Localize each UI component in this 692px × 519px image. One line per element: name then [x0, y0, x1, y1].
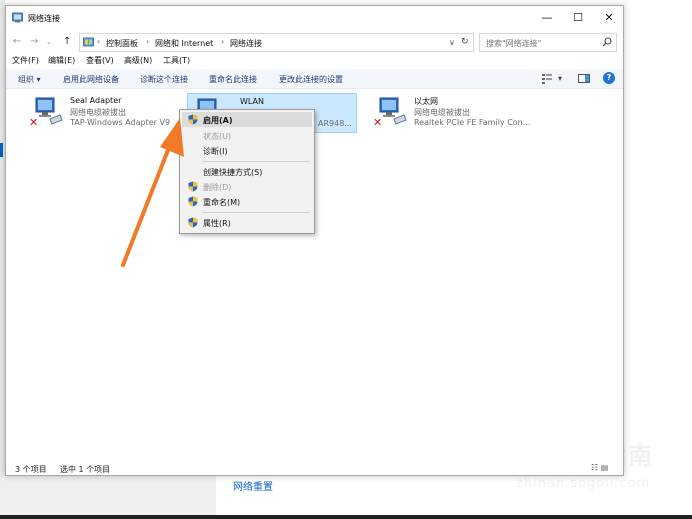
search-input[interactable]: 搜索"网络连接": [486, 38, 541, 49]
menu-item-label: 创建快捷方式(S): [203, 168, 263, 177]
maximize-button[interactable]: ☐: [564, 8, 592, 28]
adapter-device: AR948...: [318, 119, 352, 128]
diagnose-connection-button[interactable]: 诊断这个连接: [140, 74, 188, 85]
change-view-icon[interactable]: [542, 73, 554, 84]
menu-item-label: 诊断(I): [203, 147, 228, 156]
address-bar[interactable]: › 控制面板 › 网络和 Internet › 网络连接 ∨ ↻: [79, 33, 474, 52]
menu-separator: [202, 161, 310, 162]
adapter-device: TAP-Windows Adapter V9: [70, 118, 171, 127]
network-connections-window: 网络连接 — ☐ ✕ ← → ⌄ ↑ › 控制面板 › 网络和 Internet…: [5, 5, 624, 476]
uac-shield-icon: [188, 217, 198, 228]
menu-item-label: 属性(R): [203, 219, 231, 228]
menu-separator: [202, 212, 310, 213]
forward-button[interactable]: →: [30, 36, 38, 47]
status-bar: 3 个项目 选中 1 个项目 ☷ ▤: [6, 461, 623, 475]
enable-device-button[interactable]: 启用此网络设备: [63, 74, 119, 85]
background-bottom-panel: [0, 476, 216, 519]
adapter-item-ethernet[interactable]: ✕ 以太网 网络电缆被拔出 Realtek PCIe FE Family Con…: [370, 93, 540, 133]
view-dropdown-icon[interactable]: ▾: [558, 74, 562, 83]
control-panel-icon: [83, 37, 94, 47]
adapter-status: 网络电缆被拔出: [414, 108, 470, 117]
adapter-status: 网络电缆被拔出: [70, 108, 126, 117]
menu-advanced[interactable]: 高级(N): [124, 55, 152, 66]
menu-item-enable[interactable]: 启用(A): [182, 112, 312, 127]
disconnected-x-icon: ✕: [29, 116, 39, 129]
search-box[interactable]: 搜索"网络连接": [479, 33, 617, 52]
menu-item-diagnose[interactable]: 诊断(I): [182, 143, 312, 158]
taskbar-edge: [0, 515, 692, 519]
breadcrumb-separator: ›: [146, 37, 150, 46]
address-dropdown-icon[interactable]: ∨: [449, 38, 455, 47]
recent-locations-dropdown[interactable]: ⌄: [46, 38, 52, 46]
menu-file[interactable]: 文件(F): [12, 55, 39, 66]
menu-item-label: 删除(D): [203, 183, 232, 192]
adapter-name: 以太网: [414, 97, 438, 106]
uac-shield-icon: [188, 196, 198, 207]
close-button[interactable]: ✕: [595, 8, 623, 28]
adapter-name: Seal Adapter: [70, 96, 122, 105]
disconnected-x-icon: ✕: [373, 116, 383, 129]
window-title: 网络连接: [28, 14, 60, 23]
menu-item-label: 重命名(M): [203, 198, 241, 207]
breadcrumb-control-panel[interactable]: 控制面板: [106, 38, 138, 49]
background-nav-accent: [0, 143, 3, 157]
context-menu: 启用(A) 状态(U) 诊断(I) 创建快捷方式(S) 删除(D) 重命名(M)…: [179, 109, 315, 234]
menu-view[interactable]: 查看(V): [86, 55, 114, 66]
watermark-url: zhinan.sogou.com: [516, 476, 651, 491]
breadcrumb-network-connections[interactable]: 网络连接: [230, 38, 262, 49]
menu-item-create-shortcut[interactable]: 创建快捷方式(S): [182, 164, 312, 179]
preview-pane-icon[interactable]: [578, 73, 590, 84]
item-count: 3 个项目: [15, 465, 47, 474]
menu-item-properties[interactable]: 属性(R): [182, 215, 312, 230]
menu-item-delete: 删除(D): [182, 179, 312, 194]
command-bar: 组织 ▾ 启用此网络设备 诊断这个连接 重命名此连接 更改此连接的设置 ▾ ?: [6, 69, 623, 89]
menu-item-label: 状态(U): [203, 132, 232, 141]
menu-bar: 文件(F) 编辑(E) 查看(V) 高级(N) 工具(T): [6, 54, 623, 68]
up-button[interactable]: ↑: [63, 36, 71, 47]
adapter-name: WLAN: [240, 97, 265, 106]
breadcrumb-network-internet[interactable]: 网络和 Internet: [155, 38, 213, 49]
adapter-device: Realtek PCIe FE Family Con...: [414, 118, 531, 127]
uac-shield-icon: [188, 114, 198, 125]
search-icon[interactable]: [602, 37, 612, 47]
network-reset-link[interactable]: 网络重置: [233, 478, 273, 493]
rename-connection-button[interactable]: 重命名此连接: [209, 74, 257, 85]
address-row: ← → ⌄ ↑ › 控制面板 › 网络和 Internet › 网络连接 ∨ ↻…: [6, 32, 623, 54]
menu-item-label: 启用(A): [203, 116, 233, 125]
organize-button[interactable]: 组织 ▾: [18, 74, 41, 85]
adapter-item-seal[interactable]: ✕ Seal Adapter 网络电缆被拔出 TAP-Windows Adapt…: [26, 93, 196, 133]
selected-count: 选中 1 个项目: [60, 465, 111, 474]
breadcrumb-separator: ›: [221, 37, 225, 46]
change-settings-button[interactable]: 更改此连接的设置: [279, 74, 343, 85]
help-icon[interactable]: ?: [603, 72, 615, 84]
minimize-button[interactable]: —: [533, 8, 561, 28]
uac-shield-icon: [188, 181, 198, 192]
breadcrumb-separator: ›: [97, 37, 101, 46]
network-folder-icon: [12, 12, 23, 23]
menu-item-rename[interactable]: 重命名(M): [182, 194, 312, 209]
menu-item-status: 状态(U): [182, 128, 312, 143]
view-toggle-icons[interactable]: ☷ ▤: [591, 463, 608, 472]
title-bar[interactable]: 网络连接 — ☐ ✕: [6, 6, 623, 30]
menu-edit[interactable]: 编辑(E): [48, 55, 75, 66]
back-button[interactable]: ←: [13, 36, 21, 47]
refresh-icon[interactable]: ↻: [461, 37, 469, 47]
menu-tools[interactable]: 工具(T): [163, 55, 190, 66]
